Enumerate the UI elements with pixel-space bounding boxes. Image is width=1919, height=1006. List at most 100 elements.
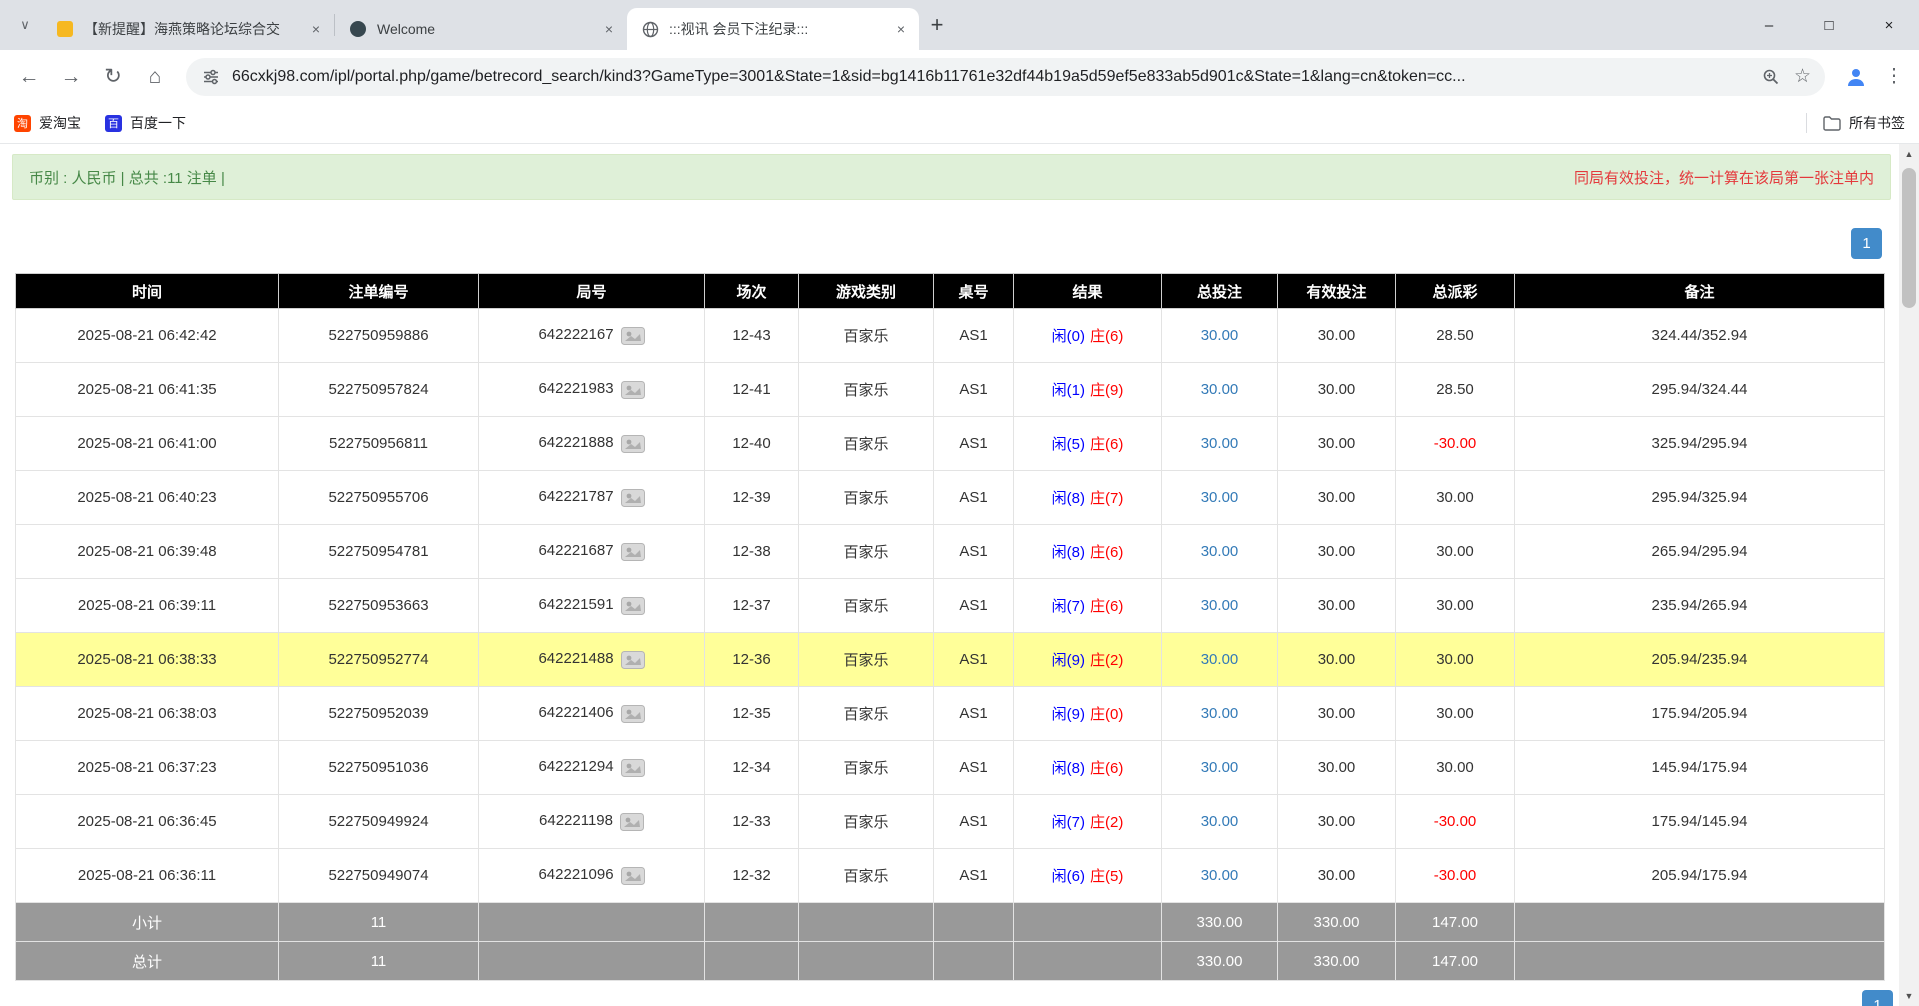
round-preview-icon[interactable]: [621, 435, 645, 453]
round-preview-icon[interactable]: [621, 489, 645, 507]
footer-remark: [1515, 903, 1885, 942]
footer-empty-result: [1014, 942, 1162, 981]
round-cell: 642221198: [479, 795, 705, 849]
pagination-bottom-button[interactable]: 1: [1862, 990, 1893, 1006]
bet-table-body: 2025-08-21 06:42:42522750959886642222167…: [16, 309, 1885, 981]
result-cell: 闲(6)庄(5): [1014, 849, 1162, 903]
tab-forum[interactable]: 【新提醒】海燕策略论坛综合交 ×: [42, 8, 334, 50]
banker-result: 庄(9): [1090, 382, 1123, 399]
total-bet-cell[interactable]: 30.00: [1162, 633, 1278, 687]
column-header: 注单编号: [279, 274, 479, 309]
zoom-icon[interactable]: [1760, 68, 1782, 86]
tab-close-icon[interactable]: ×: [891, 19, 911, 39]
tab-welcome[interactable]: Welcome ×: [335, 8, 627, 50]
round-preview-icon[interactable]: [620, 813, 644, 831]
bookmark-star-icon[interactable]: ☆: [1794, 65, 1811, 88]
home-icon[interactable]: ⌂: [134, 56, 176, 98]
site-settings-icon[interactable]: [200, 68, 222, 86]
maximize-button[interactable]: □: [1799, 0, 1859, 50]
footer-payout: 147.00: [1396, 942, 1515, 981]
menu-icon[interactable]: ⋮: [1877, 56, 1911, 98]
banker-result: 庄(6): [1090, 436, 1123, 453]
baidu-icon: 百: [105, 115, 122, 132]
table-no-cell: AS1: [934, 795, 1014, 849]
round-cell: 642221406: [479, 687, 705, 741]
table-no-cell: AS1: [934, 363, 1014, 417]
bet-id-cell: 522750959886: [279, 309, 479, 363]
scroll-down-icon[interactable]: ▼: [1899, 986, 1919, 1006]
refresh-icon[interactable]: ↻: [92, 56, 134, 98]
bet-id-cell: 522750949924: [279, 795, 479, 849]
profile-icon[interactable]: [1835, 56, 1877, 98]
round-preview-icon[interactable]: [621, 543, 645, 561]
result-cell: 闲(9)庄(0): [1014, 687, 1162, 741]
round-preview-icon[interactable]: [621, 759, 645, 777]
bookmark-baidu[interactable]: 百 百度一下: [105, 113, 186, 133]
round-preview-icon[interactable]: [621, 327, 645, 345]
total-bet-cell[interactable]: 30.00: [1162, 741, 1278, 795]
round-preview-icon[interactable]: [621, 651, 645, 669]
address-bar[interactable]: 66cxkj98.com/ipl/portal.php/game/betreco…: [186, 58, 1825, 96]
close-button[interactable]: ×: [1859, 0, 1919, 50]
back-icon[interactable]: ←: [8, 56, 50, 98]
page-scrollbar[interactable]: ▲ ▼: [1899, 144, 1919, 1006]
player-result: 闲(5): [1052, 436, 1085, 453]
player-result: 闲(7): [1052, 814, 1085, 831]
round-preview-icon[interactable]: [621, 867, 645, 885]
time-cell: 2025-08-21 06:39:48: [16, 525, 279, 579]
column-header: 备注: [1515, 274, 1885, 309]
minimize-button[interactable]: –: [1739, 0, 1799, 50]
total-bet-cell[interactable]: 30.00: [1162, 687, 1278, 741]
game-type-cell: 百家乐: [799, 363, 934, 417]
footer-empty-table: [934, 942, 1014, 981]
all-bookmarks[interactable]: 所有书签: [1806, 113, 1905, 133]
new-tab-button[interactable]: +: [919, 7, 955, 43]
time-cell: 2025-08-21 06:38:33: [16, 633, 279, 687]
total-bet-cell[interactable]: 30.00: [1162, 525, 1278, 579]
total-bet-cell[interactable]: 30.00: [1162, 363, 1278, 417]
round-preview-icon[interactable]: [621, 597, 645, 615]
bet-id-cell: 522750953663: [279, 579, 479, 633]
tab-close-icon[interactable]: ×: [306, 19, 326, 39]
banker-result: 庄(6): [1090, 760, 1123, 777]
total-bet-cell[interactable]: 30.00: [1162, 795, 1278, 849]
round-cell: 642221888: [479, 417, 705, 471]
total-bet-cell[interactable]: 30.00: [1162, 579, 1278, 633]
footer-valid-bet: 330.00: [1278, 942, 1396, 981]
round-preview-icon[interactable]: [621, 705, 645, 723]
total-bet-cell[interactable]: 30.00: [1162, 417, 1278, 471]
page-1-button[interactable]: 1: [1851, 228, 1882, 259]
payout-cell: 30.00: [1396, 471, 1515, 525]
tab-close-icon[interactable]: ×: [599, 19, 619, 39]
total-bet-cell[interactable]: 30.00: [1162, 309, 1278, 363]
url-text[interactable]: 66cxkj98.com/ipl/portal.php/game/betreco…: [232, 68, 1760, 86]
all-bookmarks-label: 所有书签: [1849, 113, 1905, 133]
result-cell: 闲(0)庄(6): [1014, 309, 1162, 363]
bookmark-taobao[interactable]: 淘 爱淘宝: [14, 113, 81, 133]
scrollbar-thumb[interactable]: [1902, 168, 1916, 308]
tab-search-icon[interactable]: ∨: [8, 0, 42, 50]
time-cell: 2025-08-21 06:41:00: [16, 417, 279, 471]
footer-empty-session: [705, 903, 799, 942]
remark-cell: 325.94/295.94: [1515, 417, 1885, 471]
divider: [1806, 113, 1807, 133]
round-preview-icon[interactable]: [621, 381, 645, 399]
scroll-up-icon[interactable]: ▲: [1899, 144, 1919, 164]
time-cell: 2025-08-21 06:37:23: [16, 741, 279, 795]
column-header: 结果: [1014, 274, 1162, 309]
banker-result: 庄(6): [1090, 328, 1123, 345]
bet-id-cell: 522750951036: [279, 741, 479, 795]
table-row: 2025-08-21 06:36:11522750949074642221096…: [16, 849, 1885, 903]
round-cell: 642221488: [479, 633, 705, 687]
footer-label: 总计: [16, 942, 279, 981]
valid-bet-cell: 30.00: [1278, 417, 1396, 471]
footer-empty-round: [479, 903, 705, 942]
total-bet-cell[interactable]: 30.00: [1162, 471, 1278, 525]
footer-count: 11: [279, 942, 479, 981]
tab-favicon: [349, 20, 367, 38]
bet-id-cell: 522750957824: [279, 363, 479, 417]
tab-title: :::视讯 会员下注纪录:::: [669, 19, 885, 39]
total-bet-cell[interactable]: 30.00: [1162, 849, 1278, 903]
forward-icon[interactable]: →: [50, 56, 92, 98]
tab-bet-records-active[interactable]: :::视讯 会员下注纪录::: ×: [627, 8, 919, 50]
